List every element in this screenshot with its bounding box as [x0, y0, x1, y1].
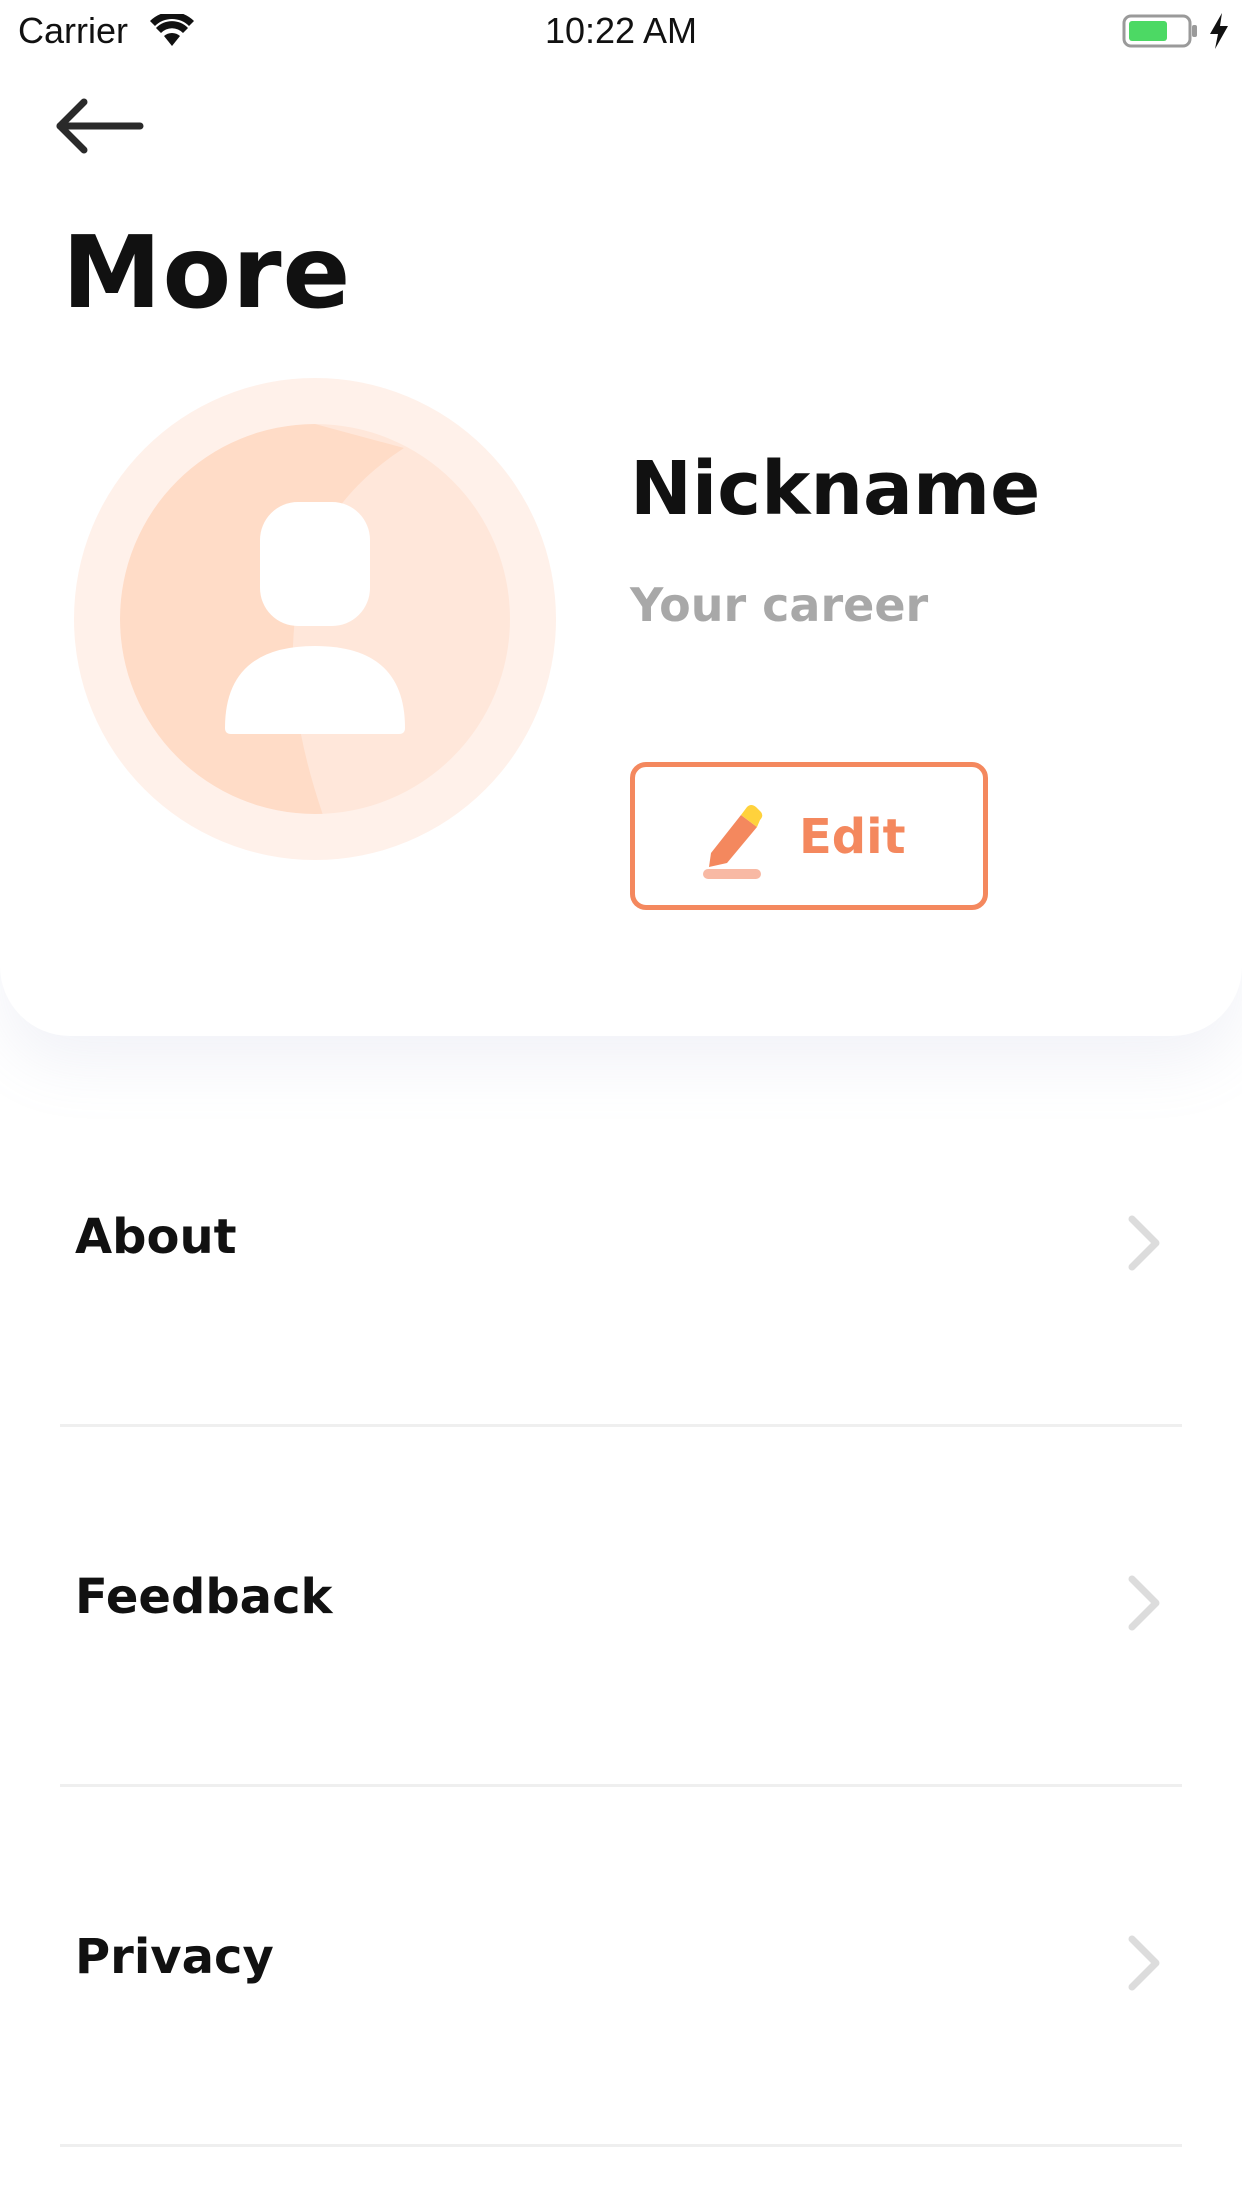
edit-label: Edit — [799, 809, 906, 865]
chevron-right-icon — [1128, 1575, 1160, 1631]
chevron-right-icon — [1128, 1935, 1160, 1991]
page-title: More — [62, 214, 352, 331]
menu-item-label: Feedback — [75, 1569, 333, 1625]
arrow-left-icon[interactable] — [52, 96, 148, 156]
battery-icon — [1122, 14, 1197, 48]
menu-item-about[interactable]: About — [60, 1067, 1182, 1427]
menu-item-feedback[interactable]: Feedback — [60, 1427, 1182, 1787]
menu-item-privacy[interactable]: Privacy — [60, 1787, 1182, 2147]
pencil-icon — [703, 805, 763, 879]
charging-bolt-icon — [1210, 13, 1228, 49]
status-bar: Carrier 10:22 AM — [0, 0, 1242, 62]
avatar[interactable] — [74, 378, 556, 860]
edit-profile-button[interactable]: Edit — [630, 762, 988, 910]
clock-time: 10:22 AM — [544, 10, 698, 51]
menu-item-label: Privacy — [75, 1929, 274, 1985]
career: Your career — [630, 578, 929, 632]
chevron-right-icon — [1128, 1215, 1160, 1271]
menu-item-label: About — [75, 1209, 237, 1265]
nickname: Nickname — [630, 446, 1041, 532]
